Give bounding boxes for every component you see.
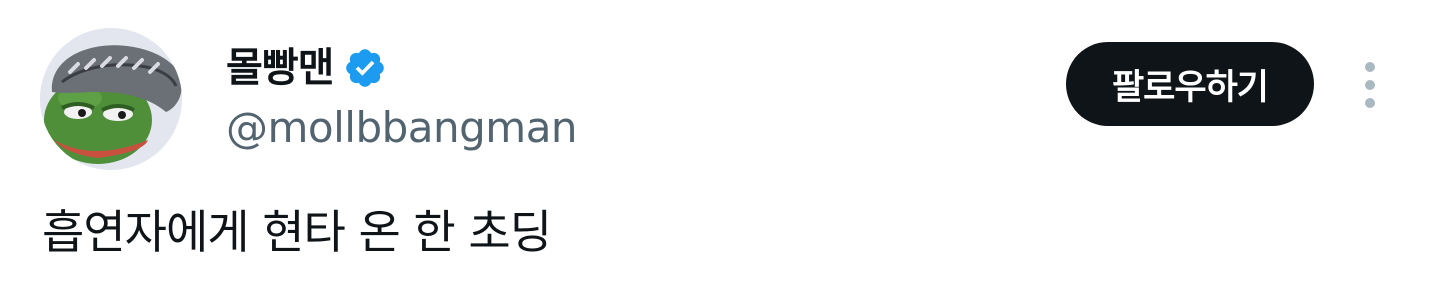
avatar-image: [40, 28, 182, 170]
verified-badge-icon[interactable]: [343, 46, 387, 90]
tweet-card: 몰빵맨 @mollbbangman 팔로우하기 흡연자에게 현타 온 한 초딩: [0, 0, 1440, 294]
avatar[interactable]: [40, 28, 182, 170]
author-name-row: 몰빵맨: [226, 40, 387, 96]
author-handle[interactable]: @mollbbangman: [226, 100, 578, 156]
tweet-text: 흡연자에게 현타 온 한 초딩: [42, 205, 552, 259]
more-vertical-icon[interactable]: [1352, 58, 1388, 112]
follow-button[interactable]: 팔로우하기: [1066, 42, 1314, 126]
author-display-name[interactable]: 몰빵맨: [226, 48, 334, 88]
